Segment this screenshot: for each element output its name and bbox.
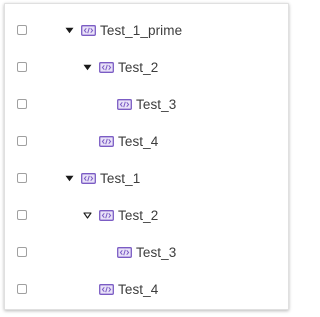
tree-node-label: Test_2: [118, 60, 159, 75]
tree-row[interactable]: Test_4: [5, 271, 288, 308]
code-module-icon: [99, 136, 114, 147]
tree-node[interactable]: Test_1_prime: [65, 12, 182, 49]
tree-node[interactable]: Test_3: [117, 86, 176, 123]
tree-node-label: Test_3: [136, 97, 177, 112]
caret-down-icon[interactable]: [65, 172, 79, 186]
row-checkbox[interactable]: [17, 210, 27, 220]
tree-node-label: Test_4: [118, 134, 159, 149]
tree-row[interactable]: Test_4: [5, 123, 288, 160]
tree-node[interactable]: Test_1: [65, 160, 140, 197]
caret-down-icon[interactable]: [83, 61, 97, 75]
row-checkbox[interactable]: [17, 136, 27, 146]
row-checkbox[interactable]: [17, 99, 27, 109]
code-module-icon: [117, 247, 132, 258]
tree-row[interactable]: Test_2: [5, 49, 288, 86]
tree-node[interactable]: Test_2: [83, 49, 158, 86]
tree-node[interactable]: Test_4: [99, 271, 158, 308]
tree-row[interactable]: Test_1: [5, 160, 288, 197]
caret-down-icon[interactable]: [65, 24, 79, 38]
tree-panel: Test_1_prime Test_2 Test_3 Test_4 Test_1…: [4, 3, 289, 310]
row-checkbox[interactable]: [17, 173, 27, 183]
tree-node[interactable]: Test_4: [99, 123, 158, 160]
caret-down-outline-icon[interactable]: [83, 209, 97, 223]
row-checkbox[interactable]: [17, 247, 27, 257]
code-module-icon: [81, 173, 96, 184]
tree-row[interactable]: Test_3: [5, 234, 288, 271]
code-module-icon: [117, 99, 132, 110]
code-module-icon: [99, 210, 114, 221]
tree-node-label: Test_3: [136, 245, 177, 260]
tree-row[interactable]: Test_3: [5, 86, 288, 123]
row-checkbox[interactable]: [17, 284, 27, 294]
code-module-icon: [99, 284, 114, 295]
tree-row[interactable]: Test_2: [5, 197, 288, 234]
tree-node-label: Test_4: [118, 282, 159, 297]
tree-node-label: Test_2: [118, 208, 159, 223]
row-checkbox[interactable]: [17, 25, 27, 35]
code-module-icon: [99, 62, 114, 73]
row-checkbox[interactable]: [17, 62, 27, 72]
tree-node-label: Test_1_prime: [100, 23, 183, 38]
tree-node[interactable]: Test_2: [83, 197, 158, 234]
tree-node[interactable]: Test_3: [117, 234, 176, 271]
tree-node-label: Test_1: [100, 171, 141, 186]
code-module-icon: [81, 25, 96, 36]
tree-row[interactable]: Test_1_prime: [5, 12, 288, 49]
